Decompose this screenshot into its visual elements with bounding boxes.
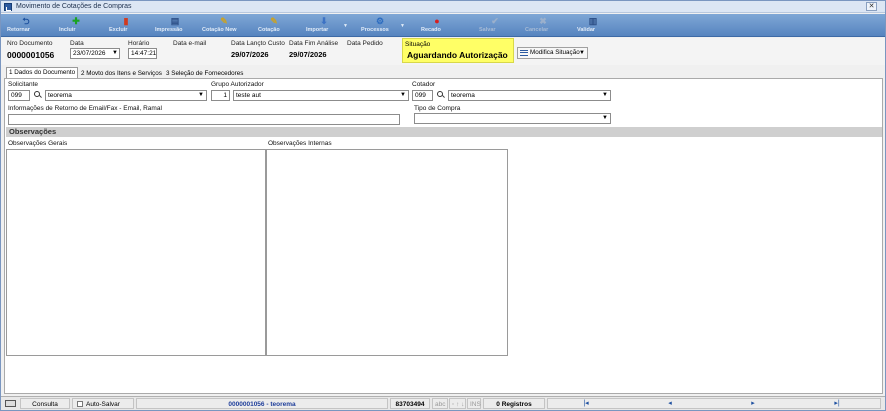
data-lancto-custo-field: Data Lançto Custo 29/07/2026 [231,40,285,59]
keyboard-icon [5,400,16,407]
observacoes-gerais-label: Observações Gerais [8,140,68,147]
main-window: Movimento de Cotações de Compras ✕ ⮌ Ret… [0,0,886,411]
checkbox-icon [77,401,83,407]
window-title: Movimento de Cotações de Compras [16,3,132,10]
chevron-down-icon: ▼ [112,50,118,56]
status-bar: Consulta Auto-Salvar 0000001056 - teorem… [1,396,885,410]
title-bar: Movimento de Cotações de Compras ✕ [1,1,885,13]
tab-dados-documento[interactable]: 1 Dados do Documento [6,67,79,78]
import-icon: ⬇ [320,16,328,26]
tab-movto-itens[interactable]: 2 Movto dos Itens e Serviços [78,68,165,78]
info-retorno-label: Informações de Retorno de Email/Fax - Em… [8,105,162,112]
grupo-autorizador-select[interactable]: teste aut ▼ [233,90,409,101]
validate-icon: ▥ [588,16,598,26]
search-icon[interactable] [435,90,446,101]
delete-icon: ▮ [123,16,129,26]
nav-prev-button[interactable]: ◂ [664,398,676,409]
data-pedido-field: Data Pedido [347,40,383,47]
observacoes-gerais-textarea[interactable] [6,149,266,356]
data-email-field: Data e-mail [173,40,207,47]
observacoes-internas-label: Observações Internas [268,140,332,147]
mode-indicator: Consulta [20,398,70,409]
cancel-icon: ✖ [539,16,547,26]
save-button[interactable]: ✔ Salvar [479,16,511,36]
grupo-autorizador-code-input[interactable]: 1 [211,90,230,101]
import-button[interactable]: ⬇ Importar ▼ [306,16,348,36]
chevron-down-icon: ▼ [602,92,608,98]
process-icon: ⚙ [375,16,385,26]
list-icon [520,50,528,56]
user-code-label: 83703494 [390,398,430,409]
quote-new-icon: ✎ [220,16,228,26]
horario-field: Horário 14:47:21 [128,40,157,59]
plus-icon: ✚ [72,16,80,26]
return-button[interactable]: ⮌ Retornar [7,16,45,36]
toolbar: ⮌ Retornar ✚ Incluir ▮ Excluir ▤ Impress… [1,14,885,37]
process-dropdown-caret[interactable]: ▼ [400,23,405,29]
current-record-label: 0000001056 - teorema [136,398,388,409]
solicitante-code-input[interactable]: 099 [8,90,30,101]
chevron-down-icon: ▼ [602,115,608,121]
validate-button[interactable]: ▥ Validar [577,16,609,36]
auto-salvar-checkbox[interactable]: Auto-Salvar [72,398,134,409]
solicitante-select[interactable]: teorema ▼ [45,90,207,101]
close-button[interactable]: ✕ [866,2,877,11]
add-button[interactable]: ✚ Incluir [59,16,93,36]
print-button[interactable]: ▤ Impressão [155,16,195,36]
document-header: Nro Documento 0000001056 Data 23/07/2026… [1,38,885,65]
observacoes-section-header: Observações [6,127,882,137]
data-field: Data 23/07/2026 ▼ [70,40,120,59]
nro-documento-value: 0000001056 [7,50,55,60]
ins-indicator: INS [467,398,481,409]
nro-documento-field: Nro Documento 0000001056 [7,40,55,60]
data-date-picker[interactable]: 23/07/2026 ▼ [70,48,120,59]
horario-input[interactable]: 14:47:21 [128,48,157,59]
import-dropdown-caret[interactable]: ▼ [343,23,348,29]
data-fim-analise-field: Data Fim Análise 29/07/2026 [289,40,339,59]
quote-new-button[interactable]: ✎ Cotação New [202,16,246,36]
nav-next-button[interactable]: ▸ [747,398,759,409]
cotador-code-input[interactable]: 099 [412,90,433,101]
info-retorno-input[interactable] [8,114,400,125]
nav-first-button[interactable]: |◂ [580,398,592,409]
dados-documento-panel: Solicitante 099 teorema ▼ Grupo Autoriza… [4,78,883,394]
process-button[interactable]: ⚙ Processos ▼ [361,16,405,36]
cotador-label: Cotador [412,81,436,88]
abc-indicator: abc [432,398,448,409]
observacoes-internas-textarea[interactable] [266,149,508,356]
records-count: 0 Registros [483,398,545,409]
solicitante-label: Solicitante [8,81,38,88]
message-icon: ● [434,16,440,26]
cotador-select[interactable]: teorema ▼ [448,90,611,101]
situacao-value: Aguardando Autorização [407,50,508,60]
tipo-compra-label: Tipo de Compra [414,105,461,112]
chevron-down-icon: ▼ [579,50,585,56]
return-icon: ⮌ [22,16,30,26]
cancel-button[interactable]: ✖ Cancelar [525,16,561,36]
tab-strip: 1 Dados do Documento 2 Movto dos Itens e… [1,67,885,78]
quote-icon: ✎ [270,16,278,26]
modifica-situacao-button[interactable]: Modifica Situação ▼ [517,47,588,59]
message-button[interactable]: ● Recado [421,16,453,36]
tab-selecao-fornecedores[interactable]: 3 Seleção de Fornecedores [163,68,246,78]
chevron-down-icon: ▼ [198,92,204,98]
chevron-down-icon: ▼ [400,92,406,98]
delete-button[interactable]: ▮ Excluir [109,16,143,36]
search-icon[interactable] [32,90,43,101]
quote-button[interactable]: ✎ Cotação [258,16,290,36]
cursor-indicator: ◦ ↑ ↓ [449,398,466,409]
tipo-compra-select[interactable]: ▼ [414,113,611,124]
app-icon [4,3,12,11]
printer-icon: ▤ [170,16,180,26]
nav-last-button[interactable]: ▸| [831,398,843,409]
situacao-panel: Situação Aguardando Autorização [402,38,514,63]
grupo-autorizador-label: Grupo Autorizador [211,81,264,88]
save-icon: ✔ [491,16,499,26]
